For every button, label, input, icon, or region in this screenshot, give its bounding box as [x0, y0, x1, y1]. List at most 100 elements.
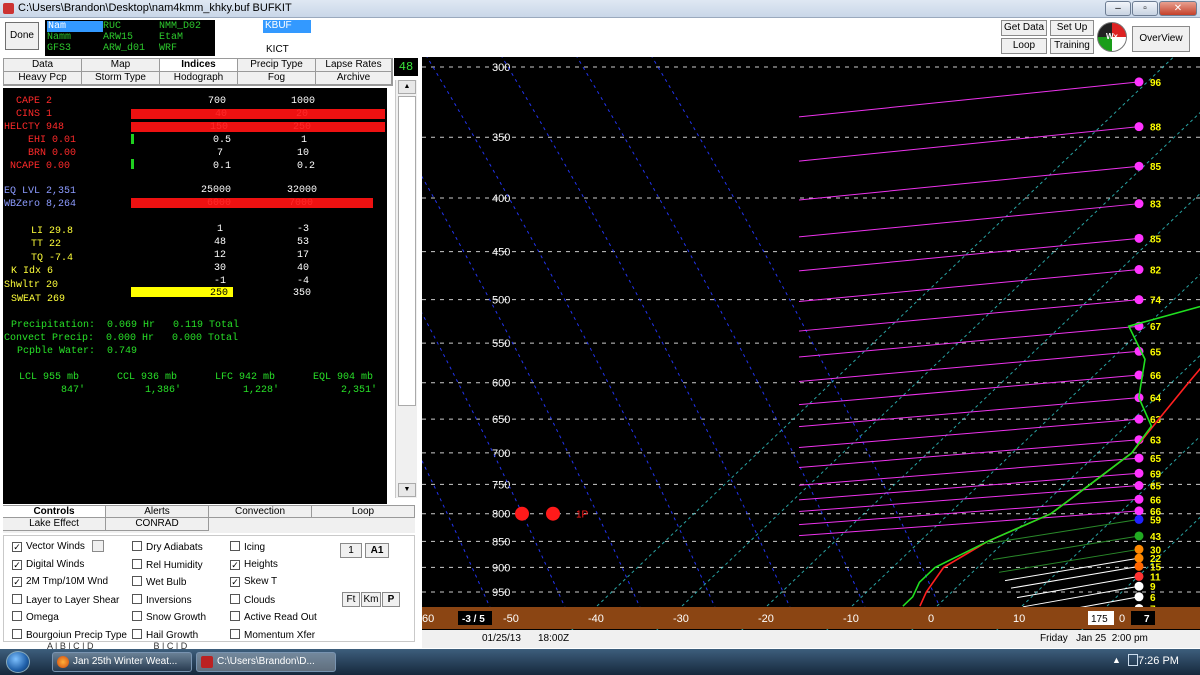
overview-button[interactable]: OverView [1132, 26, 1190, 52]
panel-selector-row[interactable]: A | B | C | D B | C | D [3, 642, 415, 649]
station-selector[interactable]: KBUF [263, 20, 311, 33]
checkbox-vector-winds[interactable]: ✓ Vector Winds [12, 541, 85, 552]
indices-scrollbar[interactable]: ▲ ▼ [395, 80, 417, 498]
tab-lake-effect[interactable]: Lake Effect [3, 518, 106, 531]
model-etam[interactable]: EtaM [159, 32, 183, 43]
skewt-chart[interactable]: 300 350 400 450 500 550 600 650 700 750 800 850 900 9… [422, 57, 1200, 635]
checkbox-box[interactable]: ✓ [12, 577, 22, 587]
checkbox-digital-winds[interactable]: ✓ Digital Winds [12, 559, 84, 570]
model-nam[interactable]: Nam [47, 21, 103, 32]
model-arw-d01[interactable]: ARW_d01 [103, 43, 145, 54]
checkbox-box[interactable] [230, 593, 240, 604]
checkbox-box[interactable] [132, 576, 142, 586]
checkbox-rel-humidity[interactable]: Rel Humidity [132, 558, 203, 571]
scroll-thumb[interactable] [398, 96, 416, 406]
close-button[interactable]: ✕ [1159, 1, 1197, 16]
p-button[interactable]: P [382, 592, 400, 607]
checkbox-box[interactable]: ✓ [230, 559, 240, 570]
tab-map[interactable]: Map [82, 59, 160, 72]
taskbar-firefox[interactable]: Jan 25th Winter Weat... [52, 652, 192, 672]
checkbox-dry-adiabats[interactable]: Dry Adiabats [132, 541, 203, 553]
model-wrf[interactable]: WRF [159, 43, 177, 54]
checkbox-box[interactable] [132, 628, 142, 639]
scroll-up-icon[interactable]: ▲ [398, 80, 416, 94]
a1-button[interactable]: A1 [365, 543, 389, 558]
taskbar: Jan 25th Winter Weat... C:\Users\Brandon… [0, 649, 1200, 675]
model-nmm-d02[interactable]: NMM_D02 [159, 21, 201, 32]
minimize-button[interactable]: – [1105, 1, 1131, 16]
checkbox-label: Active Read Out [244, 612, 317, 623]
maximize-button[interactable]: ▫ [1132, 1, 1158, 16]
checkbox-skew-t[interactable]: ✓ Skew T [230, 576, 277, 587]
loop-button[interactable]: Loop [1001, 38, 1047, 54]
tab-hodograph[interactable]: Hodograph [160, 72, 238, 85]
tab-precip-type[interactable]: Precip Type [238, 59, 316, 72]
checkbox-box[interactable] [12, 628, 22, 639]
checkbox-omega[interactable]: Omega [12, 611, 59, 623]
checkbox-layer-to-layer-shear[interactable]: Layer to Layer Shear [12, 593, 119, 606]
tab-convection[interactable]: Convection [209, 505, 312, 518]
checkbox-box[interactable]: ✓ [230, 577, 240, 587]
checkbox-clouds[interactable]: Clouds [230, 593, 275, 606]
done-button[interactable]: Done [5, 22, 39, 50]
checkbox-wet-bulb[interactable]: Wet Bulb [132, 576, 186, 588]
model-ruc[interactable]: RUC [103, 21, 121, 32]
km-button[interactable]: Km [361, 592, 381, 607]
checkbox-icing[interactable]: Icing [230, 541, 265, 553]
checkbox-momentum-xfer[interactable]: Momentum Xfer [230, 628, 315, 641]
checkbox-box[interactable] [12, 593, 22, 604]
network-icon[interactable] [1128, 654, 1138, 666]
checkbox-hail-growth[interactable]: Hail Growth [132, 628, 198, 641]
tab-indices[interactable]: Indices [160, 59, 238, 72]
tab-loop[interactable]: Loop [312, 505, 415, 518]
checkbox-box[interactable] [230, 541, 240, 551]
checkbox-snow-growth[interactable]: Snow Growth [132, 611, 206, 623]
pressure-label: 550 [492, 338, 510, 350]
checkbox-box[interactable] [230, 628, 240, 639]
setup-button[interactable]: Set Up [1050, 20, 1094, 36]
checkbox-box[interactable] [132, 558, 142, 569]
checkbox-heights[interactable]: ✓ Heights [230, 559, 278, 570]
tab-archive[interactable]: Archive [316, 72, 392, 85]
training-button[interactable]: Training [1050, 38, 1094, 54]
tray-arrow-icon[interactable]: ▲ [1112, 655, 1121, 665]
vector-winds-option[interactable] [92, 540, 104, 552]
checkbox-box[interactable]: ✓ [12, 559, 22, 570]
checkbox-bourgoiun-precip-type[interactable]: Bourgoiun Precip Type [12, 628, 127, 641]
pressure-label: 650 [492, 414, 510, 426]
wind-barb-line [1010, 565, 1140, 589]
checkbox-2m-tmp-10m-wnd[interactable]: ✓ 2M Tmp/10M Wnd [12, 576, 108, 587]
get-data-button[interactable]: Get Data [1001, 20, 1047, 36]
checkbox-box[interactable] [132, 611, 142, 621]
checkbox-box[interactable] [230, 611, 240, 621]
tab-alerts[interactable]: Alerts [106, 505, 209, 518]
tab-heavy-pcp[interactable]: Heavy Pcp [4, 72, 82, 85]
start-button[interactable] [6, 651, 30, 673]
tab-lapse-rates[interactable]: Lapse Rates [316, 59, 392, 72]
checkbox-label: Digital Winds [26, 558, 85, 570]
tab-fog[interactable]: Fog [238, 72, 316, 85]
tab-storm-type[interactable]: Storm Type [82, 72, 160, 85]
model-gfs3[interactable]: GFS3 [47, 43, 71, 54]
model-selector[interactable]: Nam RUC NMM_D02 Namm ARW15 EtaM GFS3 ARW… [45, 20, 215, 56]
tab-data[interactable]: Data [4, 59, 82, 72]
scroll-down-icon[interactable]: ▼ [398, 483, 416, 497]
model-namm[interactable]: Namm [47, 32, 71, 43]
checkbox-active-read-out[interactable]: Active Read Out [230, 611, 317, 623]
pressure-label: 350 [492, 132, 510, 144]
axis-edge-label: 60 [422, 613, 434, 625]
checkbox-box[interactable] [12, 611, 22, 621]
wind-speed-label: 63 [1150, 436, 1162, 447]
taskbar-bufkit[interactable]: C:\Users\Brandon\D... [196, 652, 336, 672]
checkbox-box[interactable] [132, 593, 142, 604]
level-1-button[interactable]: 1 [340, 543, 362, 558]
tab-controls[interactable]: Controls [3, 505, 106, 518]
checkbox-box[interactable] [132, 541, 142, 551]
ft-button[interactable]: Ft [342, 592, 360, 607]
wind-speed-label: 83 [1150, 200, 1162, 211]
model-arw15[interactable]: ARW15 [103, 32, 133, 43]
wind-barb-line [798, 269, 1140, 303]
tab-conrad[interactable]: CONRAD [106, 518, 209, 531]
checkbox-inversions[interactable]: Inversions [132, 593, 192, 606]
checkbox-box[interactable]: ✓ [12, 542, 22, 552]
